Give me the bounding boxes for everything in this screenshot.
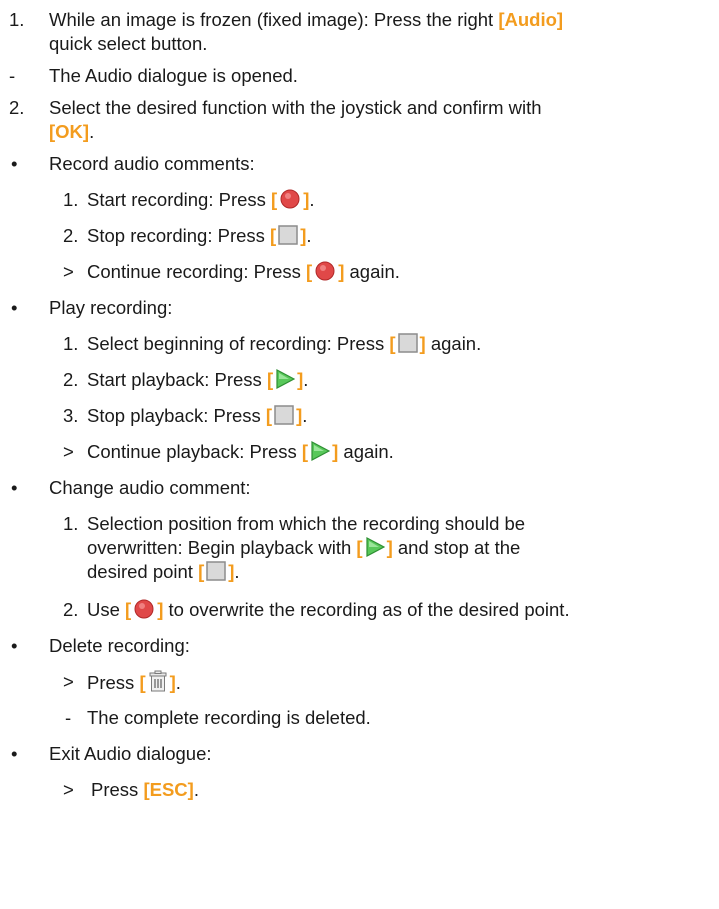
exit-item-1-text: Press <box>91 779 144 800</box>
record-item-1-text: Start recording: Press <box>87 189 272 210</box>
ok-key: [OK] <box>49 121 90 142</box>
play-item-4-text: Continue playback: Press <box>87 441 302 462</box>
stop-icon <box>274 405 294 425</box>
play-title: Play recording: <box>49 297 173 318</box>
key-open: [ <box>265 405 273 426</box>
record-bullet: • <box>11 153 18 174</box>
record-icon <box>279 189 301 209</box>
period: . <box>302 405 308 426</box>
record-item-1-marker: 1. <box>63 189 79 210</box>
change-item-2: Use [] to overwrite the recording as of … <box>87 598 570 622</box>
record-item-3: Continue recording: Press [] again. <box>87 260 400 284</box>
step-1-cont: quick select button. <box>49 33 208 54</box>
play-icon <box>275 369 296 389</box>
change-item-2-text-b: to overwrite the recording as of the des… <box>163 599 570 620</box>
key-open: [ <box>139 672 146 693</box>
play-item-4-marker: > <box>63 441 74 462</box>
change-item-1-text-a: overwritten: Begin playback with <box>87 537 357 558</box>
record-icon <box>314 261 336 281</box>
step-2-marker: 2. <box>9 97 25 118</box>
trash-icon <box>148 670 168 692</box>
period: . <box>193 779 199 800</box>
change-item-1-text-c: desired point <box>87 561 199 582</box>
play-item-3: Stop playback: Press []. <box>87 404 307 428</box>
step-2: Select the desired function with the joy… <box>49 97 542 118</box>
change-item-1-line-2: overwritten: Begin playback with [] and … <box>87 536 520 560</box>
change-item-1-line-1: Selection position from which the record… <box>87 513 526 534</box>
change-item-1-marker: 1. <box>63 513 79 534</box>
record-item-1: Start recording: Press []. <box>87 188 315 212</box>
delete-result-marker: - <box>65 707 72 728</box>
play-item-1: Select beginning of recording: Press [] … <box>87 332 481 356</box>
delete-bullet: • <box>11 635 18 656</box>
key-open: [ <box>389 333 396 354</box>
change-item-1-text-b: and stop at the <box>392 537 521 558</box>
change-item-2-text-a: Use <box>87 599 126 620</box>
exit-title: Exit Audio dialogue: <box>49 743 212 764</box>
record-item-2-marker: 2. <box>63 225 79 246</box>
key-open: [ <box>301 441 309 462</box>
key-open: [ <box>125 599 132 620</box>
record-item-2: Stop recording: Press []. <box>87 224 312 248</box>
play-item-2-marker: 2. <box>63 369 79 390</box>
play-item-3-marker: 3. <box>63 405 79 426</box>
play-bullet: • <box>11 297 18 318</box>
exit-bullet: • <box>11 743 18 764</box>
key-open: [ <box>271 189 278 210</box>
play-item-4: Continue playback: Press [] again. <box>87 440 394 464</box>
delete-item-1-text: Press <box>87 672 140 693</box>
record-item-3-text: Continue recording: Press <box>87 261 307 282</box>
period: . <box>309 189 315 210</box>
play-icon <box>310 441 331 461</box>
record-icon <box>133 599 155 619</box>
step-2-cont: [OK]. <box>49 120 94 144</box>
delete-title: Delete recording: <box>49 635 190 656</box>
play-item-2: Start playback: Press []. <box>87 368 308 392</box>
stop-icon <box>278 225 298 245</box>
step-1-marker: 1. <box>9 9 25 30</box>
period: . <box>234 561 240 582</box>
again-text: again. <box>344 261 400 282</box>
key-open: [ <box>356 537 363 558</box>
play-icon <box>365 537 385 557</box>
step-1-result: The Audio dialogue is opened. <box>49 65 298 86</box>
play-item-1-marker: 1. <box>63 333 79 354</box>
stop-icon <box>397 333 418 353</box>
record-item-2-text: Stop recording: Press <box>87 225 271 246</box>
play-item-2-text: Start playback: Press <box>87 369 267 390</box>
key-open: [ <box>266 369 274 390</box>
period: . <box>303 369 309 390</box>
play-item-3-text: Stop playback: Press <box>87 405 266 426</box>
change-bullet: • <box>11 477 18 498</box>
step-1-text: While an image is frozen (fixed image): … <box>49 9 499 30</box>
record-item-3-marker: > <box>63 261 74 282</box>
key-open: [ <box>270 225 277 246</box>
delete-item-1-marker: > <box>63 671 74 692</box>
period: . <box>306 225 312 246</box>
play-item-1-text: Select beginning of recording: Press <box>87 333 390 354</box>
change-item-2-marker: 2. <box>63 599 79 620</box>
again-text: again. <box>425 333 482 354</box>
delete-result: The complete recording is deleted. <box>87 707 371 728</box>
change-title: Change audio comment: <box>49 477 251 498</box>
step-1: While an image is frozen (fixed image): … <box>49 8 563 32</box>
key-open: [ <box>306 261 313 282</box>
change-item-1-line-3: desired point []. <box>87 560 240 584</box>
delete-item-1: Press []. <box>87 670 181 695</box>
step-2-end: . <box>89 121 95 142</box>
stop-icon <box>206 561 226 581</box>
audio-key: [Audio] <box>498 9 564 30</box>
exit-item-1-marker: > <box>63 779 74 800</box>
period: . <box>175 672 181 693</box>
record-title: Record audio comments: <box>49 153 255 174</box>
key-open: [ <box>198 561 205 582</box>
exit-item-1: Press [ESC]. <box>91 778 199 802</box>
again-text: again. <box>338 441 394 462</box>
step-1-result-marker: - <box>9 65 16 86</box>
esc-key: [ESC] <box>143 779 194 800</box>
